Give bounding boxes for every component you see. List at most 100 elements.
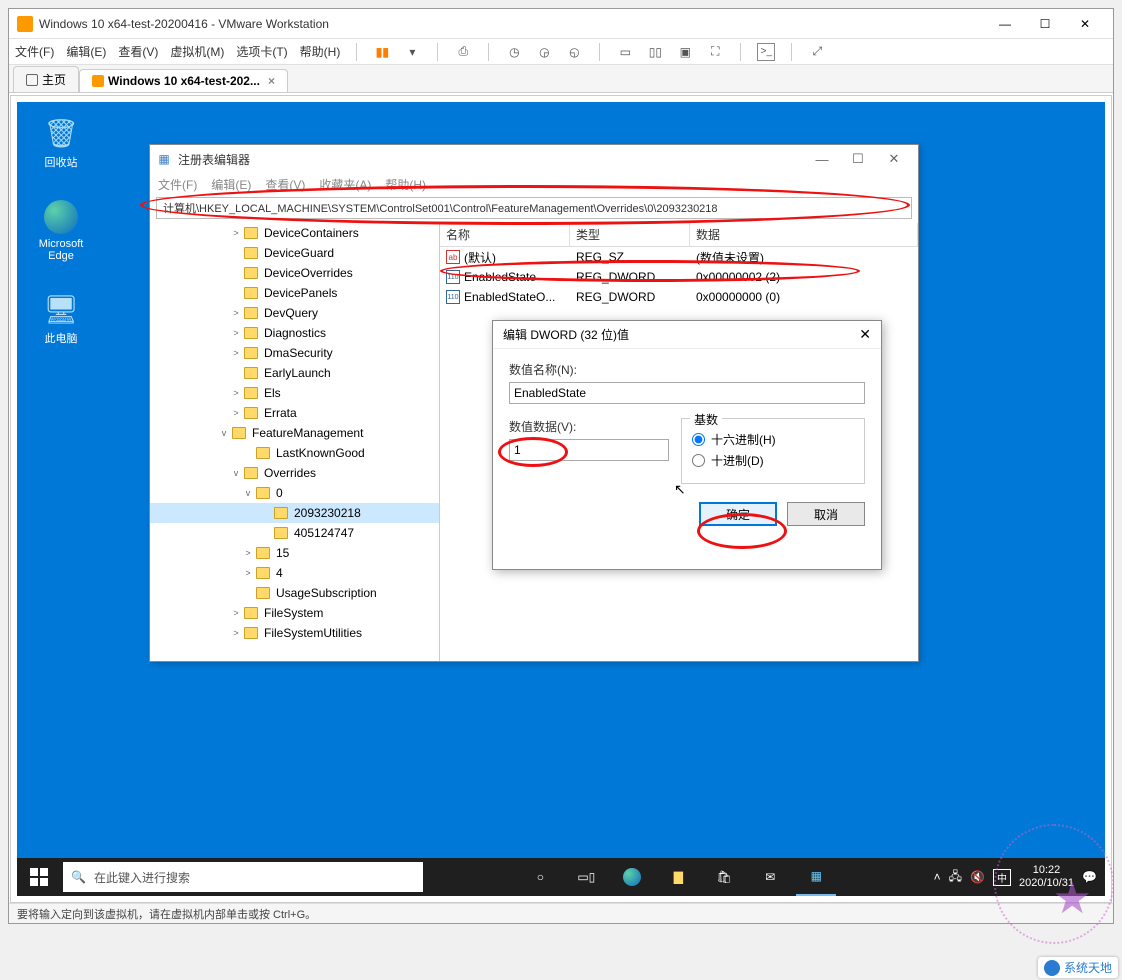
- tree-item[interactable]: 405124747: [150, 523, 439, 543]
- tree-item[interactable]: DevicePanels: [150, 283, 439, 303]
- tree-item[interactable]: >DmaSecurity: [150, 343, 439, 363]
- regedit-window: ▦ 注册表编辑器 — ☐ ✕ 文件(F) 编辑(E) 查看(V) 收藏夹(A) …: [149, 144, 919, 662]
- dword-close-icon[interactable]: ✕: [859, 326, 871, 343]
- tree-toggle-icon[interactable]: >: [230, 228, 242, 238]
- tree-toggle-icon[interactable]: >: [242, 568, 254, 578]
- close-button[interactable]: ✕: [1065, 12, 1105, 36]
- snapshot-icon[interactable]: ◷: [505, 43, 523, 61]
- tree-item[interactable]: >DeviceContainers: [150, 223, 439, 243]
- this-pc[interactable]: 🖥 此电脑: [31, 290, 91, 346]
- tree-toggle-icon[interactable]: >: [230, 348, 242, 358]
- tree-item[interactable]: vFeatureManagement: [150, 423, 439, 443]
- explorer-icon[interactable]: ▇: [658, 858, 698, 896]
- tree-item[interactable]: UsageSubscription: [150, 583, 439, 603]
- tree-item[interactable]: DeviceGuard: [150, 243, 439, 263]
- pause-icon[interactable]: ▮▮: [373, 43, 391, 61]
- tree-toggle-icon[interactable]: v: [230, 468, 242, 478]
- tree-item[interactable]: >FileSystem: [150, 603, 439, 623]
- menu-help[interactable]: 帮助(H): [300, 43, 341, 60]
- console-icon[interactable]: >_: [757, 43, 775, 61]
- tree-item[interactable]: >FileSystemUtilities: [150, 623, 439, 643]
- menu-file[interactable]: 文件(F): [15, 43, 54, 60]
- send-ctrlaltdel-icon[interactable]: ⎙: [454, 43, 472, 61]
- tree-item[interactable]: >Errata: [150, 403, 439, 423]
- menu-tabs[interactable]: 选项卡(T): [236, 43, 287, 60]
- tray-chevron-icon[interactable]: ˄: [934, 870, 941, 884]
- tree-item[interactable]: >15: [150, 543, 439, 563]
- regedit-menu-help[interactable]: 帮助(H): [385, 176, 426, 193]
- registry-tree[interactable]: >DeviceContainersDeviceGuardDeviceOverri…: [150, 223, 440, 661]
- cancel-button[interactable]: 取消: [787, 502, 865, 526]
- dword-name-input[interactable]: [509, 382, 865, 404]
- value-row[interactable]: ab(默认)REG_SZ(数值未设置): [440, 247, 918, 267]
- view-single-icon[interactable]: ▭: [616, 43, 634, 61]
- tree-toggle-icon[interactable]: >: [230, 308, 242, 318]
- tree-item[interactable]: LastKnownGood: [150, 443, 439, 463]
- menu-edit[interactable]: 编辑(E): [66, 43, 106, 60]
- regedit-menu-edit[interactable]: 编辑(E): [211, 176, 251, 193]
- menu-view[interactable]: 查看(V): [118, 43, 158, 60]
- view-fullscreen-icon[interactable]: ⛶: [706, 43, 724, 61]
- regedit-menu-file[interactable]: 文件(F): [158, 176, 197, 193]
- tree-item[interactable]: vOverrides: [150, 463, 439, 483]
- value-row[interactable]: 110EnabledStateREG_DWORD0x00000002 (2): [440, 267, 918, 287]
- win10-desktop[interactable]: 🗑 回收站 Microsoft Edge 🖥 此电脑 ▦ 注册表编辑器: [17, 102, 1105, 896]
- snapshot-manage-icon[interactable]: ◶: [535, 43, 553, 61]
- regedit-menu-fav[interactable]: 收藏夹(A): [319, 176, 371, 193]
- tab-home[interactable]: 主页: [13, 66, 79, 92]
- radio-hex[interactable]: [692, 433, 705, 446]
- tree-item[interactable]: >4: [150, 563, 439, 583]
- tree-toggle-icon[interactable]: >: [230, 628, 242, 638]
- col-type[interactable]: 类型: [570, 223, 690, 246]
- regedit-menu-view[interactable]: 查看(V): [265, 176, 305, 193]
- regedit-address-bar[interactable]: 计算机\HKEY_LOCAL_MACHINE\SYSTEM\ControlSet…: [156, 197, 912, 219]
- edge-taskbar-icon[interactable]: [612, 858, 652, 896]
- tree-toggle-icon[interactable]: >: [230, 408, 242, 418]
- menu-vm[interactable]: 虚拟机(M): [170, 43, 224, 60]
- recycle-bin[interactable]: 🗑 回收站: [31, 114, 91, 170]
- cortana-icon[interactable]: ○: [520, 858, 560, 896]
- mail-icon[interactable]: ✉: [750, 858, 790, 896]
- tray-network-icon[interactable]: 🖧: [949, 867, 962, 888]
- tree-toggle-icon[interactable]: v: [218, 428, 230, 438]
- tree-item[interactable]: >DevQuery: [150, 303, 439, 323]
- view-unity-icon[interactable]: ▣: [676, 43, 694, 61]
- regedit-maximize[interactable]: ☐: [840, 151, 876, 167]
- tray-volume-icon[interactable]: 🔇: [970, 870, 985, 884]
- radio-dec[interactable]: [692, 454, 705, 467]
- radio-dec-row[interactable]: 十进制(D): [692, 452, 854, 469]
- stretch-icon[interactable]: ⤢: [808, 43, 826, 61]
- task-view-icon[interactable]: ▭▯: [566, 858, 606, 896]
- ok-button[interactable]: 确定: [699, 502, 777, 526]
- minimize-button[interactable]: —: [985, 12, 1025, 36]
- tree-item[interactable]: DeviceOverrides: [150, 263, 439, 283]
- tree-item[interactable]: >Els: [150, 383, 439, 403]
- radio-hex-row[interactable]: 十六进制(H): [692, 431, 854, 448]
- tab-guest[interactable]: Windows 10 x64-test-202... ×: [79, 69, 288, 92]
- tree-item[interactable]: EarlyLaunch: [150, 363, 439, 383]
- tree-item[interactable]: 2093230218: [150, 503, 439, 523]
- store-icon[interactable]: 🛍: [704, 858, 744, 896]
- taskbar-search[interactable]: 🔍 在此键入进行搜索: [63, 862, 423, 892]
- tree-toggle-icon[interactable]: >: [230, 608, 242, 618]
- view-split-icon[interactable]: ▯▯: [646, 43, 664, 61]
- tree-toggle-icon[interactable]: >: [242, 548, 254, 558]
- value-row[interactable]: 110EnabledStateO...REG_DWORD0x00000000 (…: [440, 287, 918, 307]
- regedit-minimize[interactable]: —: [804, 152, 840, 167]
- tree-toggle-icon[interactable]: >: [230, 328, 242, 338]
- tree-toggle-icon[interactable]: >: [230, 388, 242, 398]
- start-button[interactable]: [17, 858, 61, 896]
- regedit-taskbar-icon[interactable]: ▦: [796, 858, 836, 896]
- tree-toggle-icon[interactable]: v: [242, 488, 254, 498]
- col-name[interactable]: 名称: [440, 223, 570, 246]
- col-data[interactable]: 数据: [690, 223, 918, 246]
- maximize-button[interactable]: ☐: [1025, 12, 1065, 36]
- snapshot-revert-icon[interactable]: ◵: [565, 43, 583, 61]
- tree-item[interactable]: >Diagnostics: [150, 323, 439, 343]
- edge-shortcut[interactable]: Microsoft Edge: [31, 198, 91, 262]
- dropdown-icon[interactable]: ▾: [403, 43, 421, 61]
- tab-close-icon[interactable]: ×: [268, 74, 275, 88]
- dword-data-input[interactable]: [509, 439, 669, 461]
- tree-item[interactable]: v0: [150, 483, 439, 503]
- regedit-close[interactable]: ✕: [876, 151, 912, 167]
